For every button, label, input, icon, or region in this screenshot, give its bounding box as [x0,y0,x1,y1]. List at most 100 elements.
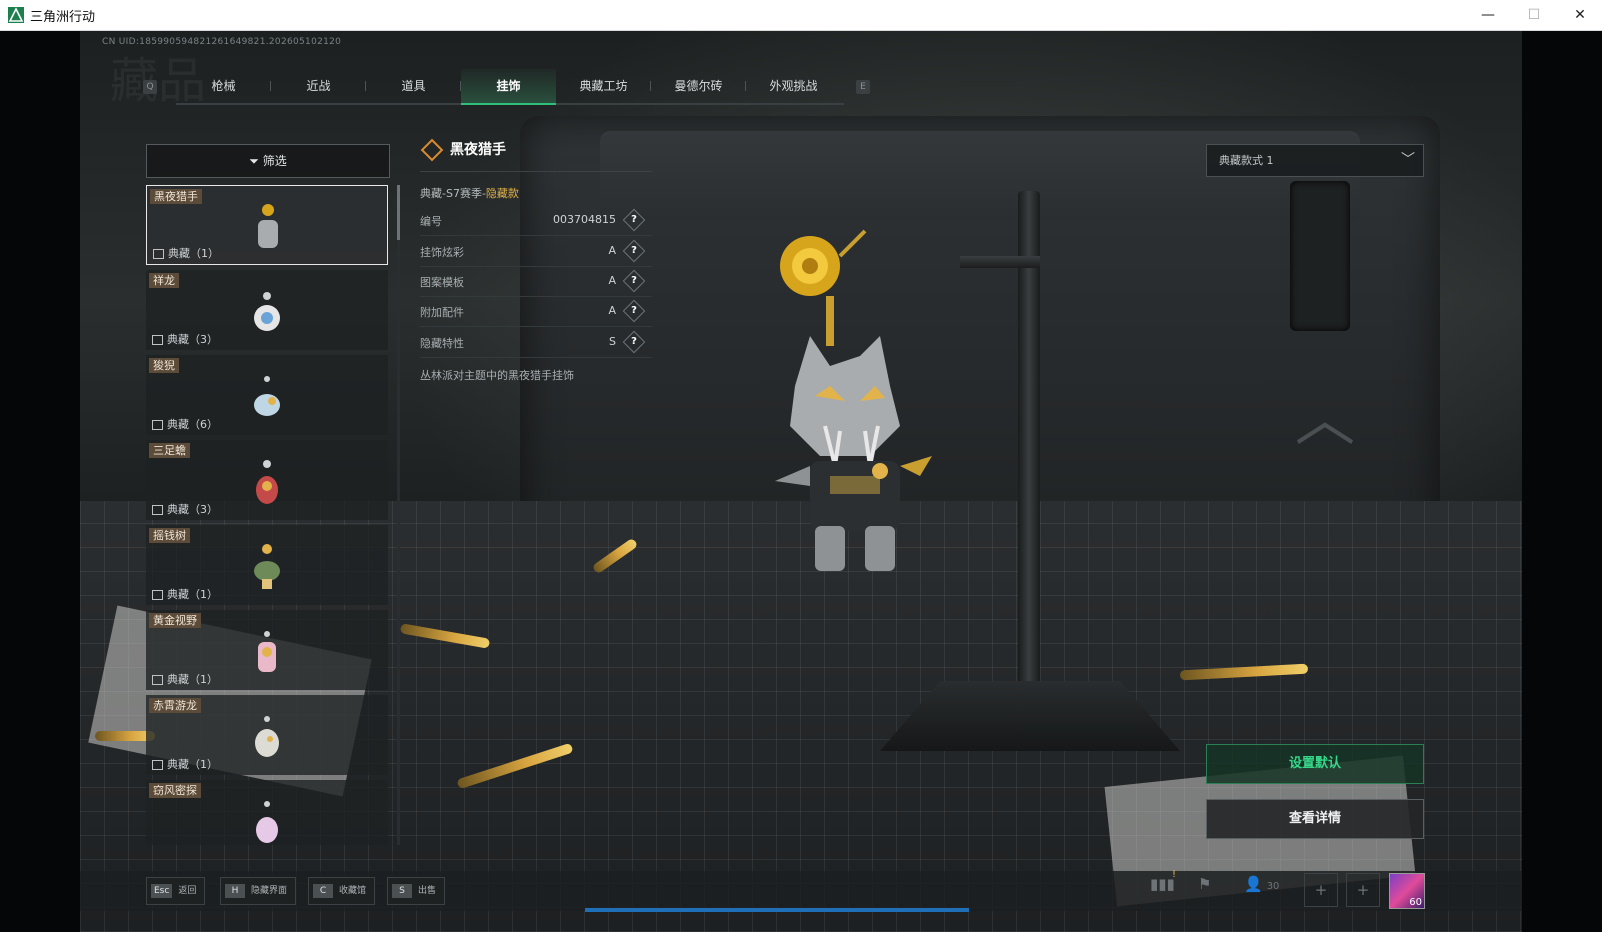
list-scrollbar-thumb[interactable] [397,185,400,240]
style-dropdown[interactable]: 典藏款式 1 ﹀ [1206,144,1424,177]
item-name: 黄金视野 [149,613,201,628]
tab-next-key[interactable]: E [856,80,870,94]
item-name: 黑夜猎手 [150,189,202,204]
image-icon [152,590,163,600]
help-icon[interactable]: ? [622,299,646,323]
filter-button[interactable]: ⏷ 筛选 [146,144,390,178]
tab-charms[interactable]: 挂饰 [461,69,556,105]
set-default-button[interactable]: 设置默认 [1206,744,1424,784]
window-title: 三角洲行动 [30,10,96,25]
view-details-button[interactable]: 查看详情 [1206,799,1424,839]
tab-appearance-challenge[interactable]: 外观挑战 [746,69,841,103]
help-icon[interactable]: ? [622,269,646,293]
item-name: 窃风密探 [149,783,201,798]
minimize-button[interactable]: — [1465,0,1511,30]
list-item[interactable]: 赤霄游龙 典藏（1） [146,695,388,775]
item-name: 狻猊 [149,358,179,373]
item-thumbnail [254,292,280,331]
list-item[interactable]: 狻猊 典藏（6） [146,355,388,435]
tab-workshop[interactable]: 典藏工坊 [556,69,651,103]
item-count: 典藏（3） [152,501,218,517]
item-count: 典藏（6） [152,416,218,432]
hint-sell[interactable]: S 出售 [387,877,446,905]
window-titlebar: 三角洲行动 — ☐ ✕ [0,0,1602,31]
case-latch [1290,181,1350,331]
app-logo-icon [8,7,24,23]
filter-icon: ⏷ [249,154,259,168]
image-icon [152,760,163,770]
season-tag: 隐藏款 [485,187,519,200]
item-name: 摇钱树 [149,528,190,543]
avatar[interactable]: 60 [1389,873,1425,909]
item-name: 赤霄游龙 [149,698,201,713]
hint-collection[interactable]: C 收藏馆 [308,877,376,905]
list-item[interactable]: 黄金视野 典藏（1） [146,610,388,690]
list-item[interactable]: 窃风密探 [146,780,388,845]
item-thumbnail [256,801,278,843]
hint-hide-ui[interactable]: H 隐藏界面 [220,877,297,905]
item-name: 三足蟾 [149,443,190,458]
detail-row-hidden-trait: 隐藏特性 S ? [420,327,652,358]
item-thumbnail [256,460,278,504]
case-arrow-icon: ︿ [1295,385,1355,455]
tab-label: 典藏工坊 [579,79,628,93]
list-item[interactable]: 祥龙 典藏（3） [146,270,388,350]
chevron-down-icon: ﹀ [1401,152,1415,168]
friends-count: 30 [1266,881,1280,892]
item-count: 典藏（1） [152,671,218,687]
item-count: 典藏（1） [152,586,218,602]
flag-icon[interactable]: ⚑ [1198,875,1211,905]
image-icon [152,335,163,345]
key-cap: S [392,883,412,898]
list-item[interactable]: 三足蟾 典藏（3） [146,440,388,520]
tab-mandel-brick[interactable]: 曼德尔砖 [651,69,746,103]
image-icon [153,249,164,259]
item-thumbnail [254,544,280,589]
maximize-button[interactable]: ☐ [1511,0,1557,30]
key-cap: H [225,883,245,898]
key-cap: C [313,883,333,898]
item-thumbnail [258,631,276,672]
tab-label: 外观挑战 [769,79,818,93]
item-count: 典藏（1） [153,245,219,261]
item-count: 典藏（3） [152,331,218,347]
style-dropdown-value: 典藏款式 1 [1219,154,1274,167]
notice-badge: ! [1172,869,1177,880]
help-icon[interactable]: ? [622,330,646,354]
item-thumbnail [255,716,279,757]
list-item[interactable]: 摇钱树 典藏（1） [146,525,388,605]
display-stand-arm [960,256,1040,268]
help-icon[interactable]: ? [622,239,646,263]
key-cap: Esc [151,883,173,898]
item-thumbnail [258,204,278,248]
list-scrollbar[interactable] [397,185,400,845]
image-icon [152,505,163,515]
tab-items[interactable]: 道具 [366,69,461,103]
detail-row-accessory: 附加配件 A ? [420,296,652,327]
charm-3d-model [775,229,932,571]
rarity-diamond-icon [420,138,444,162]
tab-prev-key[interactable]: Q [143,80,157,94]
list-item[interactable]: 黑夜猎手 典藏（1） [146,185,388,265]
tab-label: 挂饰 [496,79,521,93]
add-slot-button[interactable]: + [1304,873,1338,907]
filter-label: 筛选 [262,154,287,168]
divider [420,171,652,172]
game-viewport: ︿ 藏品 CN UID:1859905948212616498​21.20260… [0,31,1602,932]
tab-label: 近战 [306,79,331,93]
help-icon[interactable]: ? [622,208,646,232]
detail-title: 黑夜猎手 [420,138,506,162]
tab-label: 曼德尔砖 [674,79,723,93]
tab-label: 道具 [401,79,426,93]
tab-guns[interactable]: 枪械 [176,69,271,103]
image-icon [152,420,163,430]
category-tabs: 枪械 近战 道具 挂饰 典藏工坊 曼德尔砖 外观挑战 [176,69,844,105]
tab-melee[interactable]: 近战 [271,69,366,103]
tab-label: 枪械 [211,79,236,93]
friends-icon[interactable]: 👤 30 [1244,875,1279,905]
hint-back[interactable]: Esc 返回 [146,877,206,905]
close-button[interactable]: ✕ [1557,0,1602,30]
add-slot-button[interactable]: + [1346,873,1380,907]
item-thumbnail [254,376,280,416]
image-icon [152,675,163,685]
